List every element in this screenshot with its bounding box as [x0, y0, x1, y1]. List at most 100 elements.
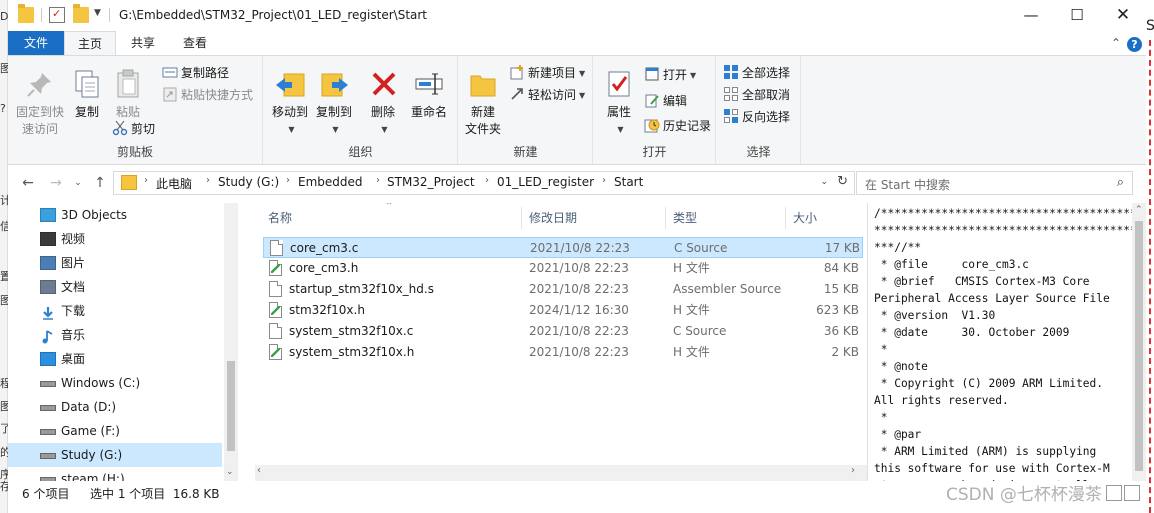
copy-to-button[interactable]: 复制到 ▼ [314, 68, 354, 138]
column-header-name[interactable]: 名称 [268, 209, 292, 233]
breadcrumb-stm32-project[interactable]: STM32_Project [387, 175, 475, 189]
back-arrow-icon[interactable]: ← [18, 172, 38, 194]
right-edge-glyph: S [1146, 18, 1154, 34]
file-row[interactable]: stm32f10x.h 2024/1/12 16:30 H 文件 623 KB [263, 300, 863, 321]
invert-selection-button[interactable]: 反向选择 [723, 107, 790, 127]
nav-item[interactable]: 下载 [8, 299, 222, 323]
refresh-icon[interactable]: ↻ [837, 174, 848, 189]
properties-dropdown-icon: ▼ [617, 125, 624, 134]
nav-item[interactable]: 3D Objects [8, 203, 222, 227]
nav-item[interactable]: 音乐 [8, 323, 222, 347]
quick-access-dropdown-icon[interactable]: ▼ [94, 8, 101, 18]
easy-access-button[interactable]: 轻松访问 ▼ [509, 85, 585, 105]
close-button[interactable]: ✕ [1100, 0, 1146, 31]
nav-item[interactable]: 文档 [8, 275, 222, 299]
invert-selection-icon [723, 108, 739, 124]
new-folder-quick-icon[interactable] [73, 4, 89, 23]
tab-view[interactable]: 查看 [170, 31, 220, 56]
rename-button[interactable]: 重命名 [408, 68, 450, 121]
cut-button[interactable]: 剪切 [112, 119, 155, 139]
breadcrumb-start[interactable]: Start [614, 175, 643, 189]
history-button[interactable]: 历史记录 [644, 116, 711, 136]
divider [41, 8, 42, 22]
file-row[interactable]: system_stm32f10x.h 2021/10/8 22:23 H 文件 2 K… [263, 342, 863, 363]
select-none-label: 全部取消 [742, 88, 791, 102]
pin-quick-access-button[interactable]: 固定到快 速访问 [14, 68, 66, 138]
h-file-icon [269, 260, 282, 276]
preview-scrollbar-thumb[interactable] [1135, 221, 1143, 471]
file-type: H 文件 [673, 303, 710, 317]
delete-button[interactable]: 删除 ▼ [368, 68, 398, 138]
minimize-button[interactable]: — [1008, 0, 1054, 31]
forward-arrow-icon[interactable]: → [46, 172, 66, 194]
column-header-type[interactable]: 类型 [673, 209, 697, 233]
copy-path-button[interactable]: 复制路径 [162, 63, 229, 83]
search-input[interactable]: 在 Start 中搜索 ⌕ [856, 171, 1133, 195]
new-item-button[interactable]: 新建项目 ▼ [509, 63, 585, 83]
nav-item[interactable]: Windows (C:) [8, 371, 222, 395]
new-folder-button[interactable]: 新建 文件夹 [463, 68, 503, 138]
nav-scrollbar[interactable]: ⌄ [224, 203, 238, 481]
horizontal-scrollbar[interactable]: ‹ › [255, 465, 867, 481]
maximize-button[interactable]: ☐ [1054, 0, 1100, 31]
nav-item[interactable]: Game (F:) [8, 419, 222, 443]
breadcrumb-embedded[interactable]: Embedded [298, 175, 363, 189]
breadcrumb-01-led-register[interactable]: 01_LED_register [497, 175, 594, 189]
nav-item[interactable]: steam (H:) [8, 467, 222, 481]
column-header-date[interactable]: 修改日期 [529, 209, 577, 233]
properties-icon[interactable] [49, 7, 65, 23]
select-none-button[interactable]: 全部取消 [723, 85, 790, 105]
scroll-down-icon[interactable]: ⌄ [226, 467, 234, 477]
group-organize-label: 组织 [348, 145, 373, 159]
breadcrumb-this-pc[interactable]: 此电脑 [156, 175, 192, 192]
address-bar[interactable]: › 此电脑 › Study (G:) › Embedded › STM32_Pr… [113, 171, 855, 195]
column-header-size[interactable]: 大小 [793, 209, 817, 233]
scroll-left-icon[interactable]: ‹ [257, 465, 261, 476]
nav-item[interactable]: 视频 [8, 227, 222, 251]
move-to-button[interactable]: 移动到 ▼ [270, 68, 310, 138]
nav-item[interactable]: Study (G:) [8, 443, 222, 467]
file-row[interactable]: system_stm32f10x.c 2021/10/8 22:23 C Sourc… [263, 321, 863, 342]
nav-item[interactable]: 桌面 [8, 347, 222, 371]
c-file-icon [269, 323, 282, 339]
breadcrumb-separator-icon: › [144, 175, 148, 186]
tab-home[interactable]: 主页 [64, 31, 116, 56]
nav-item[interactable]: 图片 [8, 251, 222, 275]
nav-scrollbar-thumb[interactable] [227, 361, 235, 451]
copy-path-label: 复制路径 [181, 66, 230, 80]
file-date: 2021/10/8 22:23 [529, 324, 629, 338]
file-row[interactable]: core_cm3.h 2021/10/8 22:23 H 文件 84 KB [263, 258, 863, 279]
large-icons-view-icon[interactable] [1124, 485, 1140, 501]
copy-button[interactable]: 复制 [70, 68, 104, 121]
nav-item[interactable]: Data (D:) [8, 395, 222, 419]
open-button[interactable]: 打开 ▼ [644, 65, 696, 85]
edit-button[interactable]: 编辑 [644, 91, 687, 111]
help-icon[interactable]: ? [1127, 37, 1142, 52]
properties-button[interactable]: 属性 ▼ [602, 68, 636, 138]
scroll-right-icon[interactable]: › [851, 465, 855, 476]
select-all-button[interactable]: 全部选择 [723, 63, 790, 83]
preview-scrollbar[interactable]: ⌃ [1132, 203, 1146, 481]
file-row[interactable]: startup_stm32f10x_hd.s 2021/10/8 22:23 Ass… [263, 279, 863, 300]
up-arrow-icon[interactable]: ↑ [90, 172, 110, 194]
file-row[interactable]: core_cm3.c 2021/10/8 22:23 C Source 17 KB [263, 237, 863, 258]
paste-shortcut-button[interactable]: 粘贴快捷方式 [162, 85, 253, 105]
pin-label-2: 速访问 [21, 122, 58, 136]
scroll-up-icon[interactable]: ⌃ [1135, 205, 1143, 215]
file-name: startup_stm32f10x_hd.s [289, 282, 434, 296]
recent-locations-icon[interactable]: ⌄ [68, 172, 88, 194]
column-divider[interactable] [665, 207, 666, 229]
ribbon-collapse-icon[interactable]: ⌃ [1111, 36, 1121, 50]
right-edge-strip: S [1146, 0, 1154, 513]
address-dropdown-icon[interactable]: ⌄ [820, 177, 828, 187]
details-view-icon[interactable] [1106, 485, 1122, 501]
tab-file[interactable]: 文件 [8, 31, 64, 56]
new-item-icon [509, 64, 525, 80]
column-divider[interactable] [521, 207, 522, 229]
paste-button[interactable]: 粘贴 [110, 68, 146, 121]
address-row: ← → ⌄ ↑ › 此电脑 › Study (G:) › Embedded › … [8, 168, 1146, 198]
nav-item-label: steam (H:) [61, 472, 125, 481]
breadcrumb-drive[interactable]: Study (G:) [218, 175, 279, 189]
column-divider[interactable] [785, 207, 786, 229]
tab-share[interactable]: 共享 [118, 31, 168, 56]
